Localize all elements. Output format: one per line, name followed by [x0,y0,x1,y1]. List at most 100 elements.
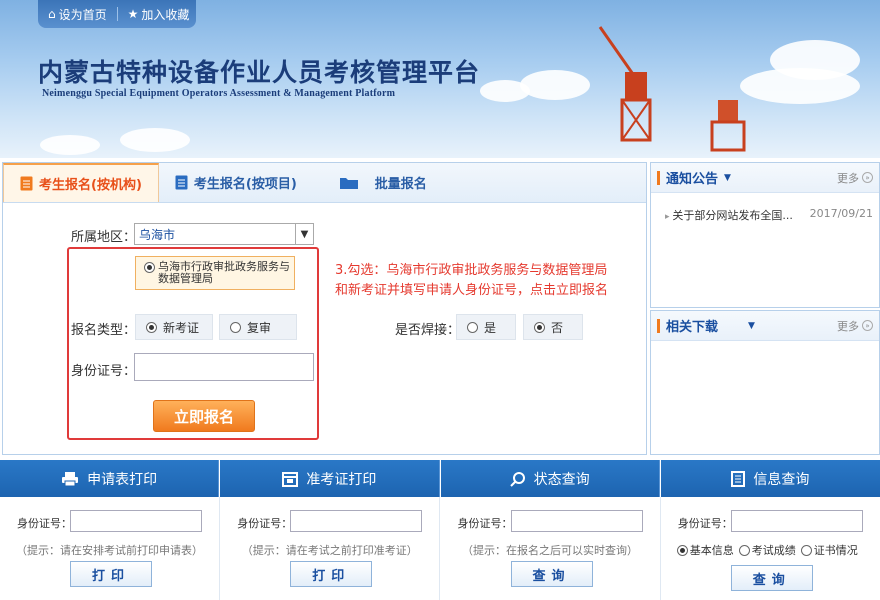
id-label: 身份证号： [457,517,513,530]
cloud-decoration [480,80,530,102]
cloud-decoration [520,70,590,100]
region-value: 乌海市 [139,227,176,242]
info-query-column: 信息查询 身份证号： 基本信息 考试成绩 证书情况 查询 [660,460,880,600]
home-icon: ⌂ [48,7,56,21]
more-label: 更多 [837,319,859,333]
hint-text: （提示：在报名之后可以实时查询） [462,544,638,557]
site-subtitle: Neimenggu Special Equipment Operators As… [42,88,396,99]
radio-weld-no[interactable] [534,322,545,333]
star-icon: ★ [127,7,139,21]
column-body: 身份证号： （提示：请在考试之前打印准考证） 打印 [220,497,441,600]
radio-weld-yes[interactable] [467,322,478,333]
radio-basic[interactable] [676,545,688,556]
weld-no-option[interactable]: 否 [523,314,583,340]
weld-yes-option[interactable]: 是 [456,314,516,340]
id-number-input[interactable] [134,353,314,381]
set-home-label: 设为首页 [58,7,107,22]
type-new-label: 新考证 [163,320,200,335]
option-label: 考试成绩 [751,544,796,557]
id-label: 身份证号： [237,517,293,530]
tab-by-project[interactable]: 考生报名(按项目) [159,163,313,202]
status-query-column: 状态查询 身份证号： （提示：在报名之后可以实时查询） 查询 [440,460,661,600]
org-option-label: 乌海市行政审批政务服务与数据管理局 [158,260,290,285]
search-icon [509,471,525,487]
radio-new[interactable] [146,322,157,333]
header-banner: ⌂ 设为首页 ★ 加入收藏 内蒙古特种设备作业人员考核管理平台 Neimenggu … [0,0,880,158]
downloads-header: 相关下载 ▼ 更多» [651,311,879,341]
type-renew-option[interactable]: 复审 [219,314,297,340]
column-body: 身份证号： （提示：请在安排考试前打印申请表） 打印 [0,497,220,600]
submit-button[interactable]: 立即报名 [153,400,255,432]
type-renew-label: 复审 [247,320,272,335]
news-date: 2017/09/21 [809,207,873,220]
cloud-decoration [40,135,100,155]
option-score[interactable]: 考试成绩 [738,542,796,558]
option-label: 基本信息 [689,544,734,557]
info-type-options: 基本信息 考试成绩 证书情况 [676,542,858,558]
info-query-button[interactable]: 查询 [730,565,813,591]
id-label: 身份证号： [677,517,733,530]
accent-bar [657,318,660,333]
org-radio[interactable] [144,262,155,273]
tab-by-institution[interactable]: 考生报名(按机构) [3,163,159,202]
weld-yes-label: 是 [484,320,497,335]
column-header: 准考证打印 [220,460,440,497]
set-home-link[interactable]: ⌂ 设为首页 [48,6,107,23]
instruction-annotation: 3.勾选：乌海市行政审批政务服务与数据管理局 和新考证并填写申请人身份证号，点击… [335,261,608,301]
admission-id-input[interactable] [290,510,423,532]
application-print-column: 申请表打印 身份证号： （提示：请在安排考试前打印申请表） 打印 [0,460,221,600]
caret-down-icon: ▼ [724,172,731,183]
status-id-input[interactable] [510,510,643,532]
tab-label: 批量报名 [374,177,427,192]
double-chevron-right-icon: » [862,320,873,331]
print-application-button[interactable]: 打印 [70,561,152,587]
document-icon [175,175,188,190]
notices-title: 通知公告 [666,172,719,187]
hint-text: （提示：请在安排考试前打印申请表） [16,544,203,557]
downloads-more-link[interactable]: 更多» [837,318,873,334]
registration-panel: 考生报名(按机构) 考生报名(按项目) 批量报名 所属地区： 乌海市 ▼ 乌海市… [2,162,647,455]
radio-score[interactable] [738,545,750,556]
id-label: 身份证号： [17,517,72,530]
top-links-bar: ⌂ 设为首页 ★ 加入收藏 [38,0,196,28]
region-select[interactable]: 乌海市 ▼ [134,223,314,245]
application-id-input[interactable] [70,510,202,532]
type-label: 报名类型： [71,323,137,338]
id-label: 身份证号： [71,364,137,379]
org-option[interactable]: 乌海市行政审批政务服务与数据管理局 [135,256,295,290]
news-title: 关于部分网站发布全国... [672,209,793,222]
print-admission-button[interactable]: 打印 [290,561,373,587]
notices-header: 通知公告 ▼ 更多» [651,163,879,193]
tab-batch[interactable]: 批量报名 [323,163,443,202]
column-header: 申请表打印 [0,460,220,497]
info-id-input[interactable] [730,510,863,532]
tab-label: 考生报名(按项目) [193,177,297,192]
news-item[interactable]: ▸ 关于部分网站发布全国... 2017/09/21 [651,193,879,223]
chevron-down-icon: ▼ [295,224,313,244]
query-section: 申请表打印 身份证号： （提示：请在安排考试前打印申请表） 打印 准考证打印 身… [0,460,880,600]
notices-more-link[interactable]: 更多» [837,170,873,186]
printer-icon [62,471,79,486]
add-favorite-link[interactable]: ★ 加入收藏 [128,6,190,23]
crane-illustration [598,26,652,142]
hint-text: （提示：请在考试之前打印准考证） [241,544,418,557]
option-basic[interactable]: 基本信息 [676,542,734,558]
column-title: 状态查询 [533,471,590,488]
weld-label: 是否焊接： [395,323,461,338]
type-new-option[interactable]: 新考证 [135,314,213,340]
calendar-icon [282,471,299,487]
column-header: 信息查询 [660,460,880,497]
document-icon [20,176,33,191]
column-title: 信息查询 [753,471,810,488]
status-query-button[interactable]: 查询 [510,561,593,587]
weld-no-label: 否 [551,320,564,335]
downloads-panel: 相关下载 ▼ 更多» [650,310,880,455]
tab-label: 考生报名(按机构) [39,178,142,193]
radio-certificate[interactable] [800,545,812,556]
admission-print-column: 准考证打印 身份证号： （提示：请在考试之前打印准考证） 打印 [220,460,441,600]
option-certificate[interactable]: 证书情况 [800,542,858,558]
radio-renew[interactable] [230,322,241,333]
double-chevron-right-icon: » [862,172,873,183]
folder-icon [339,178,358,189]
column-title: 准考证打印 [306,471,377,488]
